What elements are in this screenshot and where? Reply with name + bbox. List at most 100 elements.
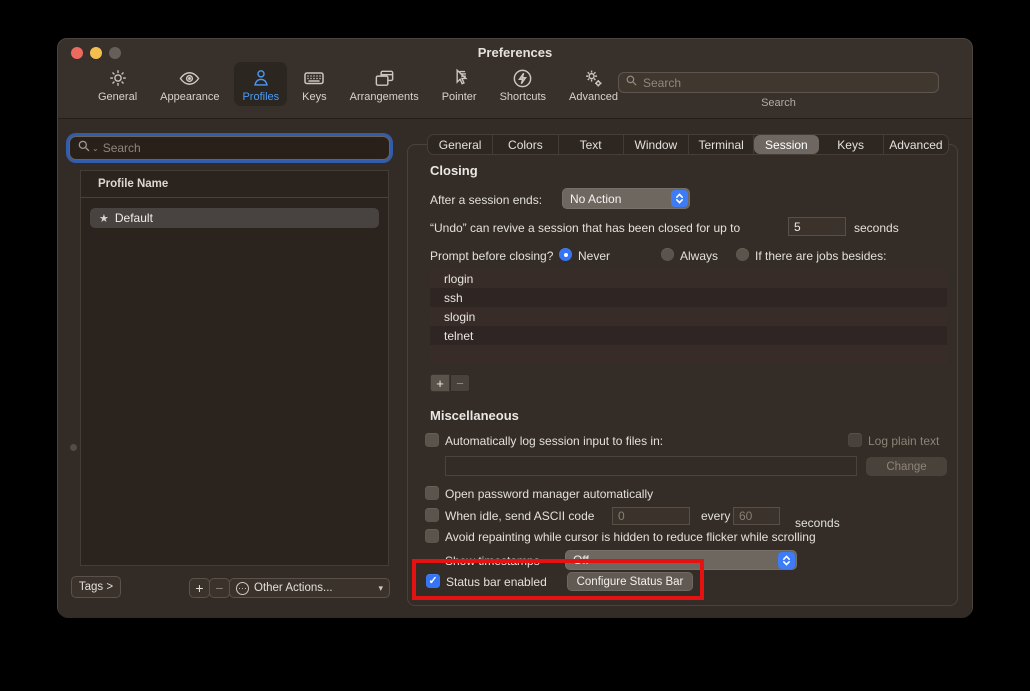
person-icon [249, 66, 273, 90]
profile-list: Profile Name Default [80, 170, 389, 566]
closing-heading: Closing [430, 163, 478, 178]
search-icon [625, 74, 638, 92]
bolt-circle-icon [511, 66, 535, 90]
undo-label: “Undo” can revive a session that has bee… [430, 221, 741, 235]
log-plain-text-checkbox[interactable] [848, 433, 862, 447]
job-row-empty [430, 345, 947, 364]
show-timestamps-popup[interactable]: Off [565, 550, 797, 570]
job-row[interactable]: telnet [430, 326, 947, 345]
idle-every-label: every [701, 509, 731, 523]
tab-keys[interactable]: Keys [819, 135, 884, 154]
popup-stepper-icon [671, 190, 688, 207]
idle-interval-field[interactable] [733, 507, 780, 525]
change-button[interactable]: Change [866, 457, 947, 476]
toolbar-label: Profiles [242, 91, 280, 103]
idle-label: When idle, send ASCII code [445, 509, 595, 523]
toolbar-search-label: Search [761, 97, 796, 109]
jobs-table: rlogin ssh slogin telnet [430, 269, 947, 364]
toolbar-pointer-button[interactable]: Pointer [434, 62, 485, 106]
chevron-down-icon: ⌄ [92, 143, 99, 153]
add-profile-button[interactable]: + [189, 578, 210, 598]
windows-icon [372, 66, 396, 90]
idle-checkbox[interactable] [425, 508, 439, 522]
radio-never-label: Never [578, 249, 611, 263]
ellipsis-circle-icon: ⋯ [236, 581, 249, 595]
star-icon [99, 211, 115, 225]
idle-code-field[interactable] [612, 507, 690, 525]
settings-tab-bar: General Colors Text Window Terminal Sess… [427, 134, 949, 155]
tags-button[interactable]: Tags > [71, 576, 121, 598]
toolbar-label: Keys [302, 91, 327, 103]
undo-seconds-suffix: seconds [854, 221, 899, 235]
tab-general[interactable]: General [428, 135, 494, 154]
after-session-popup[interactable]: No Action [562, 188, 690, 209]
toolbar-search-field[interactable] [618, 72, 939, 93]
toolbar-general-button[interactable]: General [90, 62, 145, 106]
preferences-window: Preferences General Appearance Profiles [57, 38, 973, 618]
idle-seconds-label: seconds [795, 516, 840, 530]
after-session-value: No Action [570, 191, 622, 206]
splitter-handle-dot[interactable] [70, 444, 77, 451]
configure-status-bar-button[interactable]: Configure Status Bar [567, 572, 693, 591]
radio-never[interactable] [559, 248, 572, 261]
session-settings-pane: General Colors Text Window Terminal Sess… [407, 134, 958, 606]
eye-icon [178, 66, 202, 90]
other-actions-dropdown[interactable]: ⋯ Other Actions... ▾ [229, 578, 390, 598]
radio-jobs-besides[interactable] [736, 248, 749, 261]
toolbar-label: Advanced [569, 91, 618, 103]
show-timestamps-label: Show timestamps [445, 554, 540, 568]
log-plain-text-label: Log plain text [868, 434, 940, 448]
tab-session[interactable]: Session [754, 135, 819, 154]
profile-search-field[interactable]: ⌄ [69, 136, 390, 160]
auto-log-checkbox[interactable] [425, 433, 439, 447]
tab-window[interactable]: Window [624, 135, 689, 154]
toolbar-search-input[interactable] [643, 75, 932, 90]
status-bar-label: Status bar enabled [446, 575, 547, 589]
show-timestamps-value: Off [573, 553, 589, 567]
toolbar-label: Arrangements [349, 91, 419, 103]
tab-terminal[interactable]: Terminal [689, 135, 755, 154]
tab-advanced[interactable]: Advanced [884, 135, 948, 154]
profile-list-header: Profile Name [81, 171, 388, 198]
job-row[interactable]: rlogin [430, 269, 947, 288]
tab-text[interactable]: Text [559, 135, 624, 154]
miscellaneous-heading: Miscellaneous [430, 408, 519, 423]
toolbar-label: General [98, 91, 138, 103]
toolbar-appearance-button[interactable]: Appearance [152, 62, 227, 106]
open-password-label: Open password manager automatically [445, 487, 654, 501]
profile-name: Default [114, 211, 153, 225]
pointer-icon [447, 66, 471, 90]
toolbar-arrangements-button[interactable]: Arrangements [342, 62, 427, 106]
toolbar-shortcuts-button[interactable]: Shortcuts [492, 62, 554, 106]
status-bar-checkbox[interactable] [426, 574, 440, 588]
remove-job-button[interactable]: − [450, 374, 470, 392]
search-icon [77, 139, 91, 158]
profile-search-input[interactable] [102, 141, 382, 155]
undo-seconds-field[interactable] [788, 217, 846, 236]
keyboard-icon [302, 66, 326, 90]
open-password-checkbox[interactable] [425, 486, 439, 500]
remove-profile-button[interactable]: − [209, 578, 230, 598]
toolbar-label: Pointer [441, 91, 477, 103]
prompt-label: Prompt before closing? [430, 249, 554, 263]
log-directory-field[interactable] [445, 456, 857, 476]
popup-stepper-icon [778, 551, 795, 569]
toolbar-advanced-button[interactable]: Advanced [561, 62, 626, 106]
radio-always[interactable] [661, 248, 674, 261]
screen: Preferences General Appearance Profiles [0, 0, 1030, 691]
toolbar-keys-button[interactable]: Keys [294, 62, 334, 106]
chevron-down-icon: ▾ [378, 582, 383, 593]
toolbar-profiles-button[interactable]: Profiles [234, 62, 288, 106]
radio-jobs-label: If there are jobs besides: [755, 249, 887, 263]
job-row[interactable]: slogin [430, 307, 947, 326]
toolbar-label: Shortcuts [499, 91, 547, 103]
tab-colors[interactable]: Colors [493, 135, 559, 154]
job-row[interactable]: ssh [430, 288, 947, 307]
auto-log-label: Automatically log session input to files… [445, 434, 664, 448]
other-actions-label: Other Actions... [254, 582, 333, 594]
add-job-button[interactable]: + [430, 374, 450, 392]
profile-row-default[interactable]: Default [90, 208, 379, 228]
avoid-repaint-checkbox[interactable] [425, 529, 439, 543]
content-area: ⌄ Profile Name Default Tags > + − ⋯ Othe… [58, 119, 972, 618]
radio-always-label: Always [680, 249, 719, 263]
